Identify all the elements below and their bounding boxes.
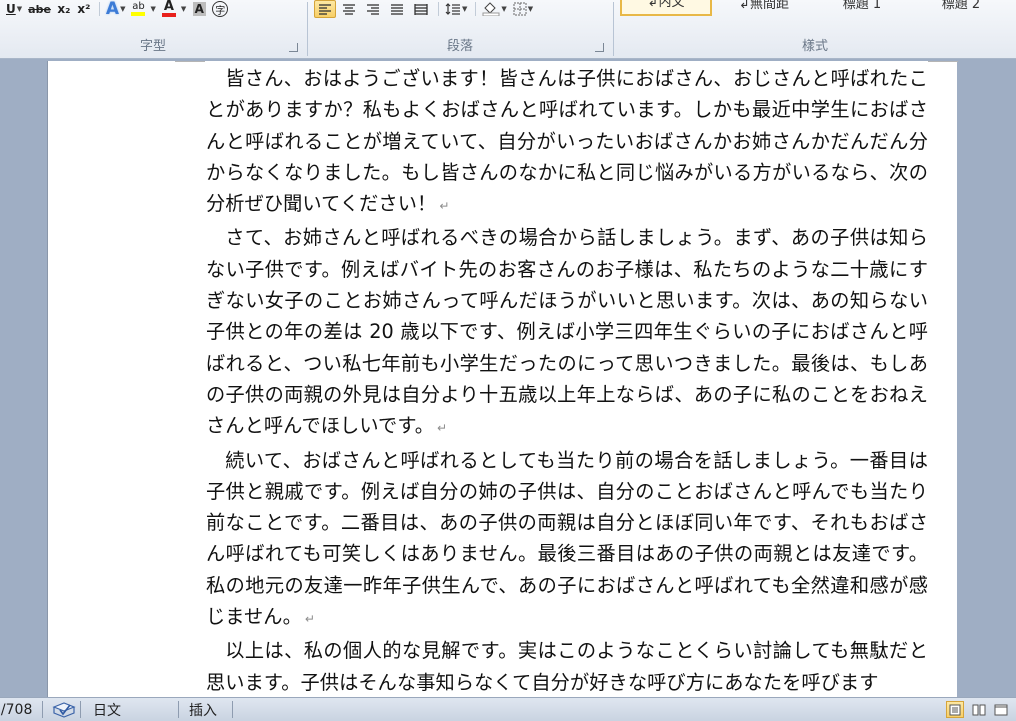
margin-corner-mark — [175, 61, 205, 62]
chevron-down-icon[interactable]: ▼ — [120, 5, 125, 13]
highlighter-icon: ab — [132, 1, 145, 12]
web-layout-icon — [994, 704, 1008, 715]
enclose-char-icon: 字 — [212, 1, 229, 17]
underline-icon: U — [6, 2, 16, 16]
line-spacing-icon — [445, 3, 460, 15]
divider — [42, 701, 43, 718]
style-normal-label: ↲内文 — [647, 0, 685, 10]
font-group-label: 字型 — [139, 39, 166, 54]
insert-mode[interactable]: 插入 — [189, 698, 217, 721]
paragraph[interactable]: さて、お姉さんと呼ばれるべきの場合から話しましょう。まず、あの子供は知らない子供… — [206, 222, 928, 444]
paragraph-text: 皆さん、おはようございます！皆さんは子供におばさん、おじさんと呼ばれたことがあり… — [206, 67, 928, 216]
full-screen-reading-view-button[interactable] — [970, 701, 988, 718]
strikethrough-button[interactable]: abe — [26, 0, 53, 18]
align-center-icon — [343, 4, 355, 15]
font-color-icon: A — [163, 0, 174, 14]
chevron-down-icon[interactable]: ▼ — [17, 5, 22, 13]
style-heading-2-label: 標題 2 — [941, 0, 981, 12]
paragraph-group: ▼ ▼ ▼ 段落 — [308, 0, 612, 58]
divider — [98, 2, 100, 16]
divider — [178, 701, 179, 718]
font-color-button[interactable]: A — [160, 0, 178, 18]
paragraph-text: さて、お姉さんと呼ばれるべきの場合から話しましょう。まず、あの子供は知らない子供… — [206, 226, 928, 438]
borders-button[interactable]: ▼ — [511, 0, 535, 18]
align-left-icon — [319, 4, 331, 15]
distributed-icon — [414, 4, 428, 15]
subscript-button[interactable]: x₂ — [55, 0, 73, 18]
paragraph[interactable]: 以上は、私の個人的な見解です。実はこのようなことくらい討論しても無駄だと思います… — [206, 635, 928, 697]
style-heading-2[interactable]: 標題 2 — [912, 0, 1010, 16]
char-shading-icon: A — [192, 2, 206, 16]
paragraph-dialog-launcher[interactable] — [595, 43, 604, 52]
document-page[interactable]: 皆さん、おはようございます！皆さんは子供におばさん、おじさんと呼ばれたことがあり… — [47, 61, 958, 697]
superscript-icon: x² — [77, 2, 91, 16]
paragraph-mark: ↵ — [439, 199, 450, 214]
paragraph[interactable]: 皆さん、おはようございます！皆さんは子供におばさん、おじさんと呼ばれたことがあり… — [206, 63, 928, 222]
font-group: U ▼ abe x₂ x² A ▼ ab ▼ A ▼ A 字 字型 — [0, 0, 306, 58]
char-shading-button[interactable]: A — [190, 0, 208, 18]
style-heading-1-label: 標題 1 — [842, 0, 882, 12]
chevron-down-icon[interactable]: ▼ — [462, 5, 467, 13]
paragraph[interactable]: 続いて、おばさんと呼ばれるとしても当たり前の場合を話しましょう。一番目は子供と親… — [206, 445, 928, 636]
paragraph-text: 以上は、私の個人的な見解です。実はこのようなことくらい討論しても無駄だと思います… — [206, 639, 928, 694]
document-body[interactable]: 皆さん、おはようございます！皆さんは子供におばさん、おじさんと呼ばれたことがあり… — [206, 63, 928, 697]
full-screen-reading-icon — [972, 704, 986, 715]
web-layout-view-button[interactable] — [992, 701, 1010, 718]
justify-icon — [391, 4, 403, 15]
paragraph-mark: ↵ — [437, 421, 448, 436]
print-layout-view-button[interactable] — [946, 701, 964, 718]
highlight-color-bar — [131, 12, 146, 16]
chevron-down-icon[interactable]: ▼ — [528, 5, 533, 13]
subscript-icon: x₂ — [57, 2, 71, 16]
justify-button[interactable] — [386, 0, 408, 18]
word-count[interactable]: 3/708 — [0, 698, 32, 721]
distributed-button[interactable] — [410, 0, 432, 18]
borders-icon — [513, 2, 527, 16]
status-bar: 3/708 日文 插入 — [0, 697, 1016, 721]
align-left-button[interactable] — [314, 0, 336, 18]
ribbon: U ▼ abe x₂ x² A ▼ ab ▼ A ▼ A 字 字型 ▼ ▼ ▼ … — [0, 0, 1016, 59]
print-layout-icon — [949, 704, 961, 715]
styles-group: ↲内文 ↲無間距 標題 1 標題 2 樣式 — [614, 0, 1016, 58]
enclose-char-button[interactable]: 字 — [210, 0, 230, 18]
divider — [80, 701, 81, 718]
underline-button[interactable]: U ▼ — [4, 0, 24, 18]
insert-mode-text: 插入 — [189, 702, 217, 719]
divider — [475, 2, 477, 16]
superscript-button[interactable]: x² — [75, 0, 93, 18]
highlight-button[interactable]: ab — [129, 0, 147, 18]
align-center-button[interactable] — [338, 0, 360, 18]
font-dialog-launcher[interactable] — [289, 43, 298, 52]
language-indicator[interactable]: 日文 — [93, 698, 121, 721]
chevron-down-icon[interactable]: ▼ — [150, 5, 155, 13]
paint-bucket-icon — [482, 2, 500, 16]
paragraph-text: 続いて、おばさんと呼ばれるとしても当たり前の場合を話しましょう。一番目は子供と親… — [206, 448, 928, 629]
word-count-text: 3/708 — [0, 701, 33, 718]
align-right-button[interactable] — [362, 0, 384, 18]
chevron-down-icon[interactable]: ▼ — [501, 5, 506, 13]
strikethrough-icon: abe — [28, 2, 51, 16]
proofing-book-icon — [52, 701, 76, 718]
text-effect-icon: A — [105, 0, 120, 19]
chevron-down-icon[interactable]: ▼ — [181, 5, 186, 13]
style-no-spacing[interactable]: ↲無間距 — [718, 0, 810, 16]
language-text: 日文 — [93, 702, 121, 719]
paragraph-mark: ↵ — [304, 612, 316, 627]
style-normal[interactable]: ↲内文 — [620, 0, 712, 16]
style-no-spacing-label: ↲無間距 — [739, 0, 789, 12]
text-effect-button[interactable]: A ▼ — [104, 0, 128, 19]
line-spacing-button[interactable]: ▼ — [443, 0, 469, 18]
paragraph-group-label: 段落 — [446, 39, 473, 54]
font-color-bar — [161, 13, 176, 17]
proofing-status[interactable] — [52, 698, 76, 721]
styles-group-label: 樣式 — [801, 39, 828, 54]
style-heading-1[interactable]: 標題 1 — [816, 0, 908, 16]
align-right-icon — [367, 4, 379, 15]
divider — [232, 701, 233, 718]
shading-button[interactable]: ▼ — [480, 0, 508, 18]
divider — [438, 2, 439, 16]
document-area[interactable]: 皆さん、おはようございます！皆さんは子供におばさん、おじさんと呼ばれたことがあり… — [0, 59, 1016, 697]
margin-corner-mark — [928, 61, 958, 62]
